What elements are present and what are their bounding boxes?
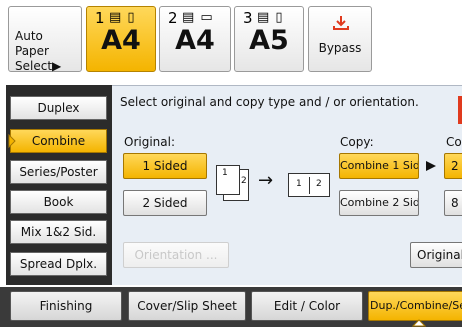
tray-size: A4	[101, 25, 141, 56]
copy-label: Copy:	[340, 135, 374, 149]
page-icon	[216, 165, 240, 195]
side-item-book[interactable]: Book	[10, 190, 107, 214]
tab-dup-combine-series[interactable]: Dup./Combine/Se	[368, 291, 462, 321]
arrow-icon: →	[258, 170, 274, 191]
tray-paper-icon: ▤ ▯	[109, 10, 136, 25]
side-item-spread-duplex[interactable]: Spread Dplx.	[10, 252, 107, 276]
page-number: 2	[241, 176, 247, 186]
copies-option-8[interactable]: 8	[444, 190, 462, 216]
side-item-duplex[interactable]: Duplex	[10, 96, 107, 120]
combine-2-sides-button[interactable]: Combine 2 Sides	[339, 190, 419, 216]
tray-size: A4	[175, 25, 215, 56]
side-item-series-poster[interactable]: Series/Poster	[10, 160, 107, 184]
instructions-text: Select original and copy type and / or o…	[120, 95, 419, 109]
bypass-button[interactable]: Bypass	[308, 6, 372, 72]
page-number: 1	[222, 168, 228, 178]
auto-paper-select-label: Auto Paper Select▶	[15, 29, 62, 73]
tab-edit-color[interactable]: Edit / Color	[251, 291, 363, 321]
tab-cover-slip-sheet[interactable]: Cover/Slip Sheet	[128, 291, 246, 321]
original-1-sided-button[interactable]: 1 Sided	[123, 153, 207, 179]
copies-option-2[interactable]: 2	[444, 153, 462, 179]
tray-size: A5	[249, 25, 289, 56]
play-arrow-icon	[426, 161, 436, 171]
side-item-combine[interactable]: Combine	[10, 129, 107, 153]
original-pages-diagram: 1 2	[215, 165, 251, 203]
tray-paper-icon: ▤ ▯	[257, 10, 284, 25]
combined-page-diagram: 1 2	[288, 173, 330, 197]
page-divider	[309, 177, 310, 194]
tray-3-button[interactable]: 3 ▤ ▯ A5	[234, 6, 304, 72]
selection-pointer-icon	[8, 134, 16, 148]
download-icon	[333, 16, 349, 30]
bypass-label: Bypass	[318, 41, 362, 55]
scroll-indicator	[458, 96, 462, 124]
tab-finishing[interactable]: Finishing	[10, 291, 122, 321]
tray-paper-icon: ▤ ▭	[182, 10, 214, 25]
original-2-sided-button[interactable]: 2 Sided	[123, 190, 207, 216]
tray-1-button[interactable]: 1 ▤ ▯ A4	[86, 6, 156, 72]
tray-2-button[interactable]: 2 ▤ ▭ A4	[159, 6, 231, 72]
side-item-mix[interactable]: Mix 1&2 Sid.	[10, 220, 107, 244]
auto-paper-select-button[interactable]: Auto Paper Select▶	[8, 6, 82, 73]
original-button[interactable]: Original	[410, 242, 462, 268]
page-number: 1	[296, 179, 302, 189]
orientation-button[interactable]: Orientation ...	[123, 242, 229, 268]
active-tab-pointer-icon	[412, 319, 426, 327]
original-label: Original:	[124, 135, 175, 149]
combine-1-side-button[interactable]: Combine 1 Side	[339, 153, 419, 179]
page-number: 2	[316, 179, 322, 189]
copies-label-truncated: Co	[446, 135, 462, 149]
